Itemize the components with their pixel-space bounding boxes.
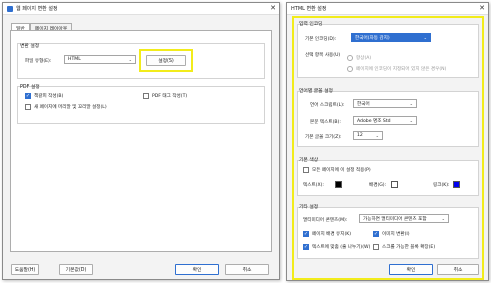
- settings-button-highlight: [139, 49, 193, 72]
- create-bookmarks-checkbox[interactable]: ✓ 책갈피 작성(B): [25, 93, 63, 99]
- checkmark-icon: ✓: [303, 230, 309, 237]
- header-footer-label: 새 페이지에 머리말 및 꼬리말 설정(L): [34, 105, 107, 110]
- checkmark-icon: ✓: [25, 92, 31, 99]
- conversion-settings-title: 변환 설정: [20, 44, 40, 49]
- expand-scroll-checkbox[interactable]: 스크롤 가능한 블록 확장(E): [373, 244, 435, 250]
- fit-text-label: 텍스트에 맞춤 (줄 나누기)(W): [312, 245, 371, 250]
- help-button[interactable]: 도움말(H): [11, 264, 39, 275]
- unspecified-encoding-label: 페이지에 인코딩이 지정되어 있지 않은 경우(N): [356, 67, 447, 72]
- text-color-swatch[interactable]: [335, 181, 342, 188]
- chevron-down-icon: ⌄: [128, 57, 132, 62]
- left-dialog-titlebar: 웹 페이지 변환 설정 ✕: [3, 3, 279, 15]
- close-icon[interactable]: ✕: [479, 4, 485, 12]
- script-select[interactable]: 한국어 ⌄: [353, 99, 417, 108]
- text-color-label: 텍스트(X):: [303, 183, 324, 188]
- keep-background-label: 페이지 배경 유지(K): [312, 232, 352, 237]
- convert-images-label: 이미지 변환(I): [382, 232, 410, 237]
- apply-all-pages-checkbox[interactable]: 모든 페이지에 이 설정 적용(P): [303, 167, 371, 173]
- create-pdf-tags-checkbox[interactable]: PDF 태그 작성(T): [143, 93, 187, 99]
- input-encoding-title: 입력 인코딩: [299, 22, 323, 27]
- default-encoding-value: 한국어(자동 감지): [355, 35, 390, 41]
- multimedia-label: 멀티미디어 콘텐츠(M):: [303, 218, 348, 223]
- checkbox-icon: [373, 244, 379, 250]
- radio-icon: [347, 66, 353, 72]
- body-font-label: 본문 텍스트(B):: [310, 120, 341, 125]
- always-radio[interactable]: 항상(A): [347, 55, 371, 61]
- link-color-swatch[interactable]: [453, 181, 460, 188]
- chevron-down-icon: ⌄: [423, 35, 427, 40]
- fit-text-checkbox[interactable]: ✓ 텍스트에 맞춤 (줄 나누기)(W): [303, 244, 370, 250]
- base-size-select[interactable]: 12 ⌄: [353, 131, 383, 140]
- file-type-label: 파일 유형(E):: [25, 59, 52, 64]
- create-pdf-tags-label: PDF 태그 작성(T): [152, 94, 188, 99]
- right-cancel-button[interactable]: 취소: [437, 264, 479, 275]
- checkmark-icon: ✓: [373, 230, 379, 237]
- left-dialog-title: 웹 페이지 변환 설정: [16, 6, 58, 12]
- checkbox-icon: [143, 93, 149, 99]
- chevron-down-icon: ⌄: [409, 118, 413, 123]
- chevron-down-icon: ⌄: [409, 101, 413, 106]
- script-label: 언어 스크립트(L):: [310, 103, 345, 108]
- multimedia-value: 가능하면 멀티미디어 콘텐츠 포함: [363, 216, 427, 222]
- unspecified-encoding-radio[interactable]: 페이지에 인코딩이 지정되어 있지 않은 경우(N): [347, 66, 446, 72]
- always-radio-label: 항상(A): [356, 56, 372, 61]
- html-conversion-dialog: HTML 변환 설정 ✕ 입력 인코딩 기본 인코딩(D): 한국어(자동 감지…: [286, 2, 489, 281]
- file-type-select[interactable]: HTML ⌄: [64, 55, 136, 64]
- multimedia-select[interactable]: 가능하면 멀티미디어 콘텐츠 포함 ⌄: [359, 214, 449, 223]
- default-colors-title: 기본 색상: [299, 158, 319, 163]
- web-page-conversion-dialog: 웹 페이지 변환 설정 ✕ 일반 페이지 레이아웃 변환 설정 파일 유형(E)…: [2, 2, 280, 280]
- right-ok-button[interactable]: 확인: [389, 264, 433, 275]
- file-type-value: HTML: [68, 57, 81, 62]
- language-font-title: 언어별 글꼴 설정: [299, 89, 333, 94]
- close-icon[interactable]: ✕: [270, 4, 276, 12]
- ok-button[interactable]: 확인: [175, 264, 219, 275]
- app-icon: [7, 5, 13, 12]
- link-color-label: 링크(K):: [433, 183, 450, 188]
- script-value: 한국어: [357, 101, 370, 107]
- background-color-label: 배경(G):: [369, 183, 387, 188]
- general-tab-panel: 변환 설정 파일 유형(E): HTML ⌄ 설정(S) PDF 설정 ✓ 책갈…: [10, 30, 272, 252]
- convert-images-checkbox[interactable]: ✓ 이미지 변환(I): [373, 231, 410, 237]
- header-footer-checkbox[interactable]: 새 페이지에 머리말 및 꼬리말 설정(L): [25, 104, 107, 110]
- right-dialog-titlebar: HTML 변환 설정 ✕: [287, 3, 488, 15]
- other-settings-title: 기타 설정: [299, 205, 319, 210]
- background-color-swatch[interactable]: [391, 181, 398, 188]
- checkbox-icon: [25, 104, 31, 110]
- default-encoding-select[interactable]: 한국어(자동 감지) ⌄: [351, 33, 431, 42]
- create-bookmarks-label: 책갈피 작성(B): [34, 94, 64, 99]
- right-dialog-title: HTML 변환 설정: [291, 6, 327, 12]
- default-encoding-label: 기본 인코딩(D):: [305, 37, 337, 42]
- checkbox-icon: [303, 167, 309, 173]
- base-size-label: 기본 글꼴 크기(Z):: [305, 135, 342, 140]
- body-font-value: Adobe 명조 Std: [357, 118, 391, 124]
- keep-background-checkbox[interactable]: ✓ 페이지 배경 유지(K): [303, 231, 351, 237]
- body-font-select[interactable]: Adobe 명조 Std ⌄: [353, 116, 417, 125]
- default-button[interactable]: 기본값(D): [59, 264, 93, 275]
- expand-scroll-label: 스크롤 가능한 블록 확장(E): [382, 245, 436, 250]
- cancel-button[interactable]: 취소: [225, 264, 269, 275]
- checkmark-icon: ✓: [303, 243, 309, 250]
- chevron-down-icon: ⌄: [441, 216, 445, 221]
- pdf-settings-title: PDF 설정: [20, 85, 40, 90]
- default-colors-group: [297, 160, 479, 196]
- base-size-value: 12: [357, 133, 363, 138]
- chevron-down-icon: ⌄: [375, 133, 379, 138]
- auto-select-label: 선택 항목 사용(U): [305, 53, 341, 58]
- radio-icon: [347, 55, 353, 61]
- apply-all-pages-label: 모든 페이지에 이 설정 적용(P): [312, 168, 371, 173]
